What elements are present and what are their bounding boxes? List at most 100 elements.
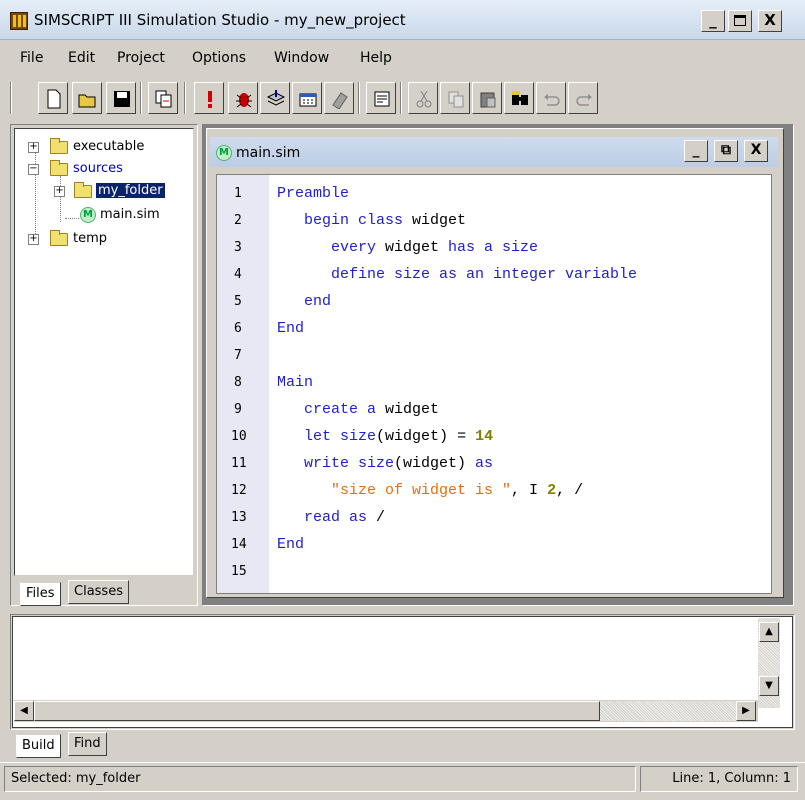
copy-button[interactable] (440, 82, 470, 114)
folder-icon (74, 182, 92, 198)
line-number: 1 (234, 186, 242, 201)
tree-item-sources[interactable]: − sources (28, 160, 188, 180)
tab-find[interactable]: Find (68, 732, 107, 756)
debug-button[interactable] (228, 82, 258, 114)
cut-button[interactable] (408, 82, 438, 114)
folder-icon (50, 230, 68, 246)
editor-close-button[interactable]: X (744, 140, 768, 162)
scissors-icon (416, 90, 432, 108)
vertical-scrollbar[interactable]: ▲ ▼ (758, 618, 780, 708)
scroll-thumb[interactable] (34, 701, 600, 721)
binoculars-icon (512, 91, 528, 105)
line-number: 15 (231, 564, 247, 579)
tab-build[interactable]: Build (16, 734, 61, 758)
bug-icon (236, 93, 252, 108)
scroll-left-icon[interactable]: ◀ (14, 701, 34, 721)
eraser-icon (332, 92, 348, 109)
clean-button[interactable] (324, 82, 354, 114)
line-number-gutter (217, 175, 269, 593)
redo-button[interactable] (568, 82, 598, 114)
line-number: 8 (234, 375, 242, 390)
new-file-icon (47, 89, 61, 109)
toolbar (10, 78, 755, 120)
horizontal-scrollbar[interactable]: ◀ ▶ (14, 700, 758, 722)
sim-file-icon: M (216, 145, 232, 161)
paste-button[interactable] (472, 82, 502, 114)
line-number: 9 (234, 402, 242, 417)
open-button[interactable] (72, 82, 102, 114)
tree-item-executable[interactable]: + executable (28, 138, 188, 158)
scroll-right-icon[interactable]: ▶ (736, 701, 756, 721)
open-folder-icon (78, 94, 96, 108)
copy-to-button[interactable] (148, 82, 178, 114)
code-line: define size as an integer variable (277, 266, 638, 283)
copy-doc-icon (155, 90, 172, 108)
line-number: 7 (234, 348, 242, 363)
run-button[interactable] (194, 82, 224, 114)
save-icon (114, 91, 130, 107)
code-line: read as / (277, 509, 386, 526)
undo-button[interactable] (536, 82, 566, 114)
build-button[interactable] (292, 82, 322, 114)
code-line: every widget has a size (277, 239, 539, 256)
line-number: 3 (234, 240, 242, 255)
status-position: Line: 1, Column: 1 (640, 766, 798, 792)
code-line: end (277, 293, 332, 310)
properties-button[interactable] (366, 82, 396, 114)
scroll-track[interactable] (600, 701, 736, 721)
menu-edit[interactable]: Edit (68, 50, 95, 66)
code-line: create a widget (277, 401, 440, 418)
copy-icon (448, 91, 464, 108)
tab-files[interactable]: Files (20, 582, 61, 606)
tree-item-temp[interactable]: + temp (28, 230, 188, 250)
maximize-icon (734, 15, 746, 26)
collapse-icon[interactable]: − (28, 164, 39, 175)
menu-window[interactable]: Window (274, 50, 329, 66)
menu-file[interactable]: File (20, 50, 43, 66)
maximize-button[interactable] (728, 10, 752, 32)
code-line: write size(widget) as (277, 455, 494, 472)
find-button[interactable] (504, 82, 534, 114)
line-number: 6 (234, 321, 242, 336)
menu-options[interactable]: Options (192, 50, 246, 66)
tree-item-my-folder[interactable]: + my_folder (54, 182, 184, 202)
scroll-down-icon[interactable]: ▼ (759, 676, 779, 696)
menu-project[interactable]: Project (117, 50, 165, 66)
code-line: End (277, 320, 305, 337)
code-line: let size(widget) = 14 (277, 428, 494, 445)
properties-icon (374, 91, 390, 107)
status-selection: Selected: my_folder (4, 766, 636, 792)
minimize-button[interactable]: _ (701, 10, 725, 32)
line-number: 12 (231, 483, 247, 498)
calendar-icon (299, 93, 317, 107)
scroll-up-icon[interactable]: ▲ (759, 622, 779, 642)
editor-restore-button[interactable]: ⧉ (714, 140, 738, 162)
folder-icon (50, 138, 68, 154)
line-number: 5 (234, 294, 242, 309)
editor-minimize-button[interactable]: _ (684, 140, 708, 162)
expand-icon[interactable]: + (28, 234, 39, 245)
line-number: 11 (231, 456, 247, 471)
editor-title: main.sim (236, 145, 301, 161)
exclamation-icon (208, 91, 212, 108)
new-file-button[interactable] (38, 82, 68, 114)
tree-item-main-sim[interactable]: M main.sim (80, 206, 190, 226)
expand-icon[interactable]: + (28, 142, 39, 153)
code-line: Main (277, 374, 314, 391)
close-button[interactable]: X (758, 10, 782, 32)
step-button[interactable] (260, 82, 290, 114)
line-number: 10 (231, 429, 247, 444)
code-line: "size of widget is ", I 2, / (331, 482, 584, 499)
sim-file-icon: M (80, 207, 96, 223)
app-icon (10, 12, 28, 30)
code-line: End (277, 536, 305, 553)
window-title: SIMSCRIPT III Simulation Studio - my_new… (34, 11, 406, 29)
save-button[interactable] (106, 82, 136, 114)
code-line: Preamble (277, 185, 350, 202)
tab-classes[interactable]: Classes (68, 580, 129, 604)
line-number: 2 (234, 213, 242, 228)
undo-icon (544, 94, 560, 106)
expand-icon[interactable]: + (54, 186, 65, 197)
menu-help[interactable]: Help (360, 50, 392, 66)
menu-bar: File Edit Project Options Window Help (0, 44, 805, 74)
